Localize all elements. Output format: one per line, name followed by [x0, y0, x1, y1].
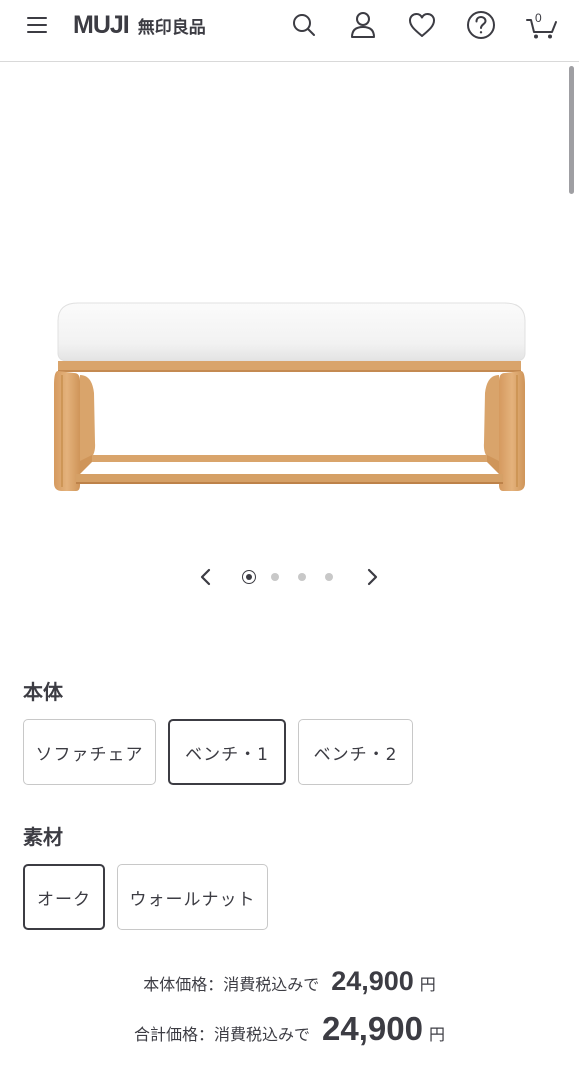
- search-icon[interactable]: [287, 8, 321, 42]
- option-title-material: 素材: [23, 825, 63, 849]
- carousel-dot-1[interactable]: [242, 570, 256, 584]
- site-header: MUJI 無印良品 0: [0, 0, 579, 62]
- body-price-row: 本体価格：消費税込みで 24,900 円: [0, 966, 579, 997]
- logo-text-en: MUJI: [73, 10, 130, 39]
- carousel-dot-4[interactable]: [325, 573, 333, 581]
- option-body-bench-1[interactable]: ベンチ・1: [168, 719, 286, 785]
- cart-icon[interactable]: 0: [523, 8, 561, 42]
- total-price-value: 24,900: [322, 1010, 423, 1047]
- total-price-label: 合計価格：消費税込みで: [134, 1025, 311, 1044]
- option-material-walnut[interactable]: ウォールナット: [117, 864, 268, 930]
- muji-logo[interactable]: MUJI 無印良品: [73, 10, 206, 40]
- option-material-oak[interactable]: オーク: [23, 864, 105, 930]
- total-price-unit: 円: [428, 1025, 445, 1044]
- body-price-value: 24,900: [331, 966, 414, 996]
- carousel-dot-2[interactable]: [271, 573, 279, 581]
- heart-icon[interactable]: [405, 8, 439, 42]
- option-body-bench-2[interactable]: ベンチ・2: [298, 719, 413, 785]
- help-icon[interactable]: [464, 8, 498, 42]
- product-image-bench[interactable]: [0, 63, 579, 563]
- chevron-right-icon[interactable]: [360, 565, 384, 589]
- image-carousel-controls: [0, 560, 579, 594]
- hamburger-menu-icon[interactable]: [26, 14, 48, 36]
- option-title-body: 本体: [23, 680, 63, 704]
- chevron-left-icon[interactable]: [194, 565, 218, 589]
- option-body-sofa-chair[interactable]: ソファチェア: [23, 719, 156, 785]
- body-price-unit: 円: [419, 975, 436, 994]
- total-price-row: 合計価格：消費税込みで 24,900 円: [0, 1010, 579, 1048]
- body-price-label: 本体価格：消費税込みで: [143, 975, 320, 994]
- logo-text-jp: 無印良品: [137, 17, 206, 38]
- cart-count-badge: 0: [535, 11, 542, 25]
- account-icon[interactable]: [346, 8, 380, 42]
- carousel-dot-3[interactable]: [298, 573, 306, 581]
